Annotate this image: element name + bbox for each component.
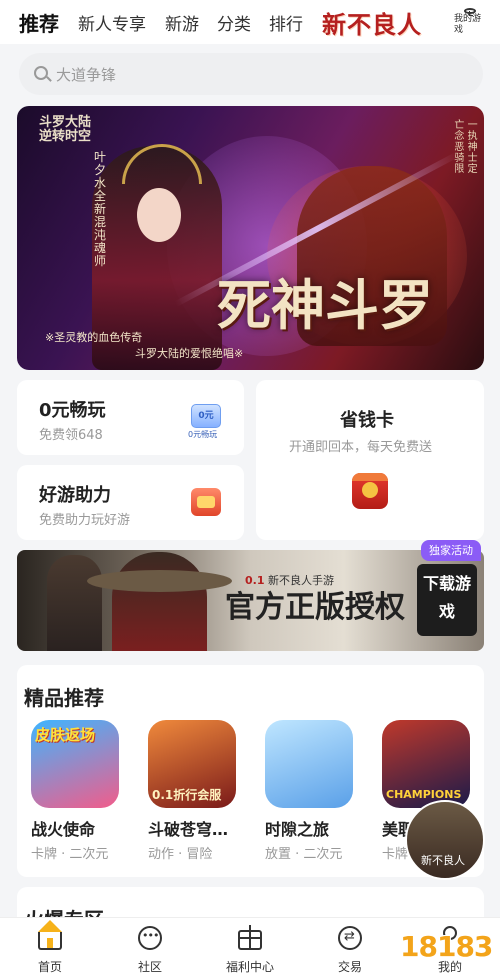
card-title: 省钱卡: [340, 410, 394, 431]
save-card[interactable]: 省钱卡 开通即回本，每天免费送: [256, 380, 484, 540]
ad-character: [112, 552, 207, 651]
tab-recommend[interactable]: 推荐: [19, 8, 59, 37]
ad-slogan: 官方正版授权: [225, 590, 405, 625]
game-tags: 卡牌 · 二次元: [31, 847, 109, 862]
gift-box-icon: [191, 488, 221, 516]
floating-promo-avatar[interactable]: 新不良人: [405, 800, 485, 880]
helper-card[interactable]: 好游助力 免费助力玩好游: [17, 465, 244, 540]
gift-icon: [238, 925, 262, 950]
game-icon: [265, 720, 353, 808]
game-card[interactable]: CHAMPIONS 美职篮 卡牌 ·: [382, 720, 492, 862]
banner-heroine-face: [137, 188, 181, 242]
home-icon: [38, 920, 62, 950]
tab-ranking[interactable]: 排行: [269, 10, 303, 35]
tab-category[interactable]: 分类: [217, 10, 251, 35]
my-games-label: 我的游戏: [454, 14, 482, 35]
game-name: 斗破苍穹…: [148, 820, 229, 839]
game-icon: 0.1折行会服: [148, 720, 236, 808]
tab-label: 交易: [337, 960, 362, 974]
game-name: 战火使命: [31, 820, 96, 839]
banner-subtitle: 斗罗大陆的爱恨绝唱※: [135, 347, 244, 360]
game-tags: 动作 · 冒险: [148, 847, 213, 862]
card-subtitle: 免费助力玩好游: [39, 513, 131, 528]
search-icon: [34, 66, 48, 80]
game-card[interactable]: 皮肤返场 战火使命 卡牌 · 二次元: [31, 720, 141, 862]
game-icon: CHAMPIONS: [382, 720, 470, 808]
ad-banner[interactable]: 0.1 新不良人手游 官方正版授权 下载游戏: [17, 550, 484, 651]
banner-left-note: 叶夕水全新混沌魂师: [93, 150, 106, 268]
banner-game-logo: 斗罗大陆 逆转时空: [38, 115, 91, 144]
card-title: 好游助力: [39, 485, 111, 506]
search-bar[interactable]: 大道争锋: [19, 53, 483, 95]
card-subtitle: 免费领648: [39, 428, 103, 443]
search-placeholder: 大道争锋: [56, 66, 117, 84]
game-name: 时隙之旅: [265, 820, 330, 839]
ticket-icon: 0元: [191, 404, 221, 428]
card-subtitle: 开通即回本，每天免费送: [289, 440, 433, 455]
banner-right-note: 亡 一念 执 恶 神 骑 士 限 定: [454, 120, 478, 175]
tab-label: 福利中心: [225, 960, 274, 974]
trade-icon: [338, 926, 362, 950]
top-nav: 推荐 新人专享 新游 分类 排行 新不良人 我的游戏: [0, 0, 500, 44]
tab-label: 社区: [137, 960, 162, 974]
ad-hat: [87, 570, 232, 592]
ad-character: [47, 555, 102, 651]
game-tags: 放置 · 二次元: [265, 847, 343, 862]
tab-new-games[interactable]: 新游: [165, 10, 199, 35]
tab-label: 首页: [37, 960, 62, 974]
red-envelope-icon: [352, 473, 388, 509]
banner-title: 死神斗罗: [217, 273, 433, 337]
banner-subtitle: ※圣灵教的血色传奇: [45, 331, 143, 344]
my-games-button[interactable]: 我的游戏: [454, 8, 486, 36]
promo-game-tab[interactable]: 新不良人: [322, 5, 422, 40]
section-heading: 精品推荐: [24, 686, 104, 710]
ad-download-label: 下载游戏: [417, 564, 477, 636]
exclusive-badge: 独家活动: [421, 540, 481, 561]
ticket-icon-label: 0元畅玩: [188, 430, 218, 439]
site-watermark: 18183: [400, 930, 493, 963]
chat-icon: [138, 926, 162, 950]
game-icon: 皮肤返场: [31, 720, 119, 808]
free-play-card[interactable]: 0元畅玩 免费领648 0元 0元畅玩: [17, 380, 244, 455]
clock-icon: [464, 8, 476, 16]
game-card[interactable]: 0.1折行会服 斗破苍穹… 动作 · 冒险: [148, 720, 258, 862]
game-card[interactable]: 时隙之旅 放置 · 二次元: [265, 720, 375, 862]
tab-newcomer[interactable]: 新人专享: [78, 10, 146, 35]
hero-banner[interactable]: 斗罗大陆 逆转时空 叶夕水全新混沌魂师 亡 一念 执 恶 神 骑 士 限 定 死…: [17, 106, 484, 370]
card-title: 0元畅玩: [39, 400, 106, 421]
floater-label: 新不良人: [421, 854, 465, 867]
